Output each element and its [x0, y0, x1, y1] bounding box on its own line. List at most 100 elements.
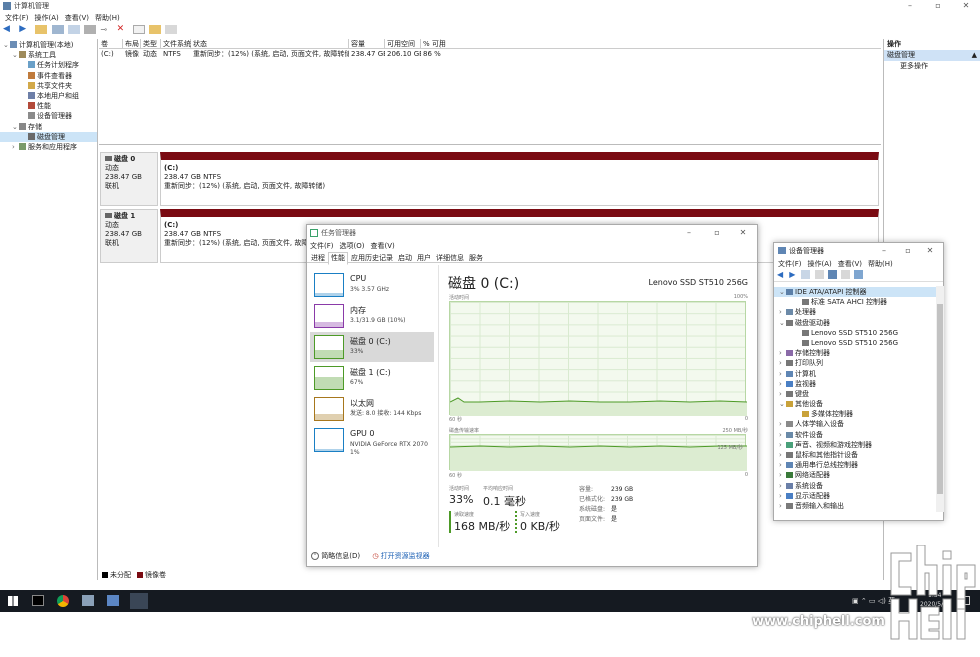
- collapsed-chevron-icon[interactable]: ›: [779, 358, 786, 368]
- perf-card[interactable]: 磁盘 0 (C:) 33%: [310, 332, 434, 362]
- collapsed-chevron-icon[interactable]: ›: [779, 491, 786, 501]
- column-header[interactable]: % 可用: [421, 39, 446, 49]
- tm-tab[interactable]: 详细信息: [434, 253, 466, 264]
- dm-help-icon[interactable]: [827, 270, 837, 279]
- device-tree-item[interactable]: › 计算机: [774, 369, 936, 379]
- fewer-details-icon[interactable]: ⌃: [311, 552, 319, 560]
- expand-icon[interactable]: ⌄: [12, 122, 19, 132]
- tm-close-button[interactable]: ✕: [729, 227, 757, 239]
- device-tree-item[interactable]: Lenovo SSD ST510 256G: [774, 338, 936, 348]
- disk-label[interactable]: 磁盘 1 动态 238.47 GB 联机: [100, 209, 158, 263]
- column-header[interactable]: 布局: [123, 39, 141, 49]
- forward-icon[interactable]: ▶: [19, 25, 31, 34]
- perf-card[interactable]: GPU 0 NVIDIA GeForce RTX 2070 1%: [310, 425, 434, 456]
- dm-forward-icon[interactable]: ▶: [789, 270, 797, 279]
- perf-card[interactable]: 以太网 发送: 8.0 接收: 144 Kbps: [310, 394, 434, 424]
- tm-tab[interactable]: 用户: [415, 253, 433, 264]
- tm-maximize-button[interactable]: ▫: [703, 227, 731, 239]
- device-tree-item[interactable]: 标准 SATA AHCI 控制器: [774, 297, 936, 307]
- expanded-chevron-icon[interactable]: ⌄: [779, 318, 786, 328]
- dm-menu-item[interactable]: 操作(A): [808, 260, 832, 268]
- tm-menu-item[interactable]: 文件(F): [310, 242, 334, 250]
- fewer-details-link[interactable]: 简略信息(D): [321, 552, 360, 560]
- column-header[interactable]: 类型: [141, 39, 161, 49]
- dm-maximize-button[interactable]: ▫: [897, 245, 919, 257]
- device-tree-item[interactable]: › 鼠标和其他指针设备: [774, 450, 936, 460]
- dm-close-button[interactable]: ✕: [919, 245, 941, 257]
- close-button[interactable]: ✕: [952, 0, 980, 12]
- device-tree-item[interactable]: › 软件设备: [774, 430, 936, 440]
- collapsed-chevron-icon[interactable]: ›: [779, 389, 786, 399]
- dm-menu-item[interactable]: 帮助(H): [868, 260, 893, 268]
- device-tree-item[interactable]: › 声音、视频和游戏控制器: [774, 440, 936, 450]
- tm-tab[interactable]: 启动: [396, 253, 414, 264]
- tm-tab[interactable]: 进程: [309, 253, 327, 264]
- dm-scroll-thumb[interactable]: [937, 304, 943, 494]
- dm-monitor-icon[interactable]: [854, 270, 864, 279]
- maximize-button[interactable]: ▫: [924, 0, 952, 12]
- expand-icon[interactable]: ›: [12, 142, 19, 152]
- menu-item[interactable]: 操作(A): [35, 14, 59, 22]
- list-icon[interactable]: [84, 25, 97, 34]
- column-header[interactable]: 文件系统: [161, 39, 191, 49]
- dm-menu-item[interactable]: 文件(F): [778, 260, 802, 268]
- resource-monitor-link[interactable]: 打开资源监视器: [381, 552, 430, 560]
- tree-item[interactable]: ⌄ 系统工具: [0, 50, 97, 60]
- tm-menu-item[interactable]: 选项(O): [340, 242, 365, 250]
- back-icon[interactable]: ◀: [3, 25, 15, 34]
- device-tree-item[interactable]: › 显示适配器: [774, 491, 936, 501]
- connect-icon[interactable]: ⊸: [100, 25, 112, 34]
- collapsed-chevron-icon[interactable]: ›: [779, 481, 786, 491]
- network-app-icon[interactable]: [82, 595, 94, 606]
- perf-card[interactable]: CPU 3% 3.57 GHz: [310, 270, 434, 300]
- column-header[interactable]: 容量: [349, 39, 385, 49]
- start-icon[interactable]: [8, 596, 18, 606]
- tree-item[interactable]: 性能: [0, 101, 97, 111]
- collapsed-chevron-icon[interactable]: ›: [779, 369, 786, 379]
- menu-item[interactable]: 帮助(H): [95, 14, 120, 22]
- computer-mgmt-icon[interactable]: [130, 593, 148, 609]
- collapsed-chevron-icon[interactable]: ›: [779, 379, 786, 389]
- device-tree-item[interactable]: ⌄ IDE ATA/ATAPI 控制器: [774, 287, 936, 298]
- perf-card[interactable]: 内存 3.1/31.9 GB (10%): [310, 301, 434, 331]
- tm-minimize-button[interactable]: –: [675, 227, 703, 239]
- dm-list-icon[interactable]: [814, 270, 824, 279]
- minimize-button[interactable]: –: [896, 0, 924, 12]
- device-tree-item[interactable]: › 存储控制器: [774, 348, 936, 358]
- tree-item[interactable]: 本地用户和组: [0, 91, 97, 101]
- device-tree-item[interactable]: Lenovo SSD ST510 256G: [774, 328, 936, 338]
- collapsed-chevron-icon[interactable]: ›: [779, 470, 786, 480]
- tree-item[interactable]: 设备管理器: [0, 111, 97, 121]
- chrome-icon[interactable]: [57, 595, 69, 607]
- disk-label[interactable]: 磁盘 0 动态 238.47 GB 联机: [100, 152, 158, 206]
- tree-item[interactable]: ⌄ 存储: [0, 122, 97, 132]
- menu-item[interactable]: 查看(V): [65, 14, 89, 22]
- column-header[interactable]: 状态: [191, 39, 349, 49]
- tree-item[interactable]: › 服务和应用程序: [0, 142, 97, 152]
- device-tree-item[interactable]: › 网络适配器: [774, 470, 936, 480]
- collapse-icon[interactable]: ▲: [972, 50, 977, 61]
- collapsed-chevron-icon[interactable]: ›: [779, 419, 786, 429]
- search-icon[interactable]: [149, 25, 162, 34]
- tree-item[interactable]: 磁盘管理: [0, 131, 97, 142]
- folder-icon[interactable]: [35, 25, 48, 34]
- expand-icon[interactable]: ⌄: [12, 50, 19, 60]
- tm-tab[interactable]: 服务: [467, 253, 485, 264]
- tree-item[interactable]: ⌄ 计算机管理(本地): [0, 40, 97, 50]
- device-tree-item[interactable]: ⌄ 磁盘驱动器: [774, 318, 936, 328]
- device-tree-item[interactable]: › 通用串行总线控制器: [774, 460, 936, 470]
- tree-item[interactable]: 共享文件夹: [0, 81, 97, 91]
- menu-item[interactable]: 文件(F): [5, 14, 29, 22]
- device-tree-item[interactable]: › 系统设备: [774, 481, 936, 491]
- more-actions[interactable]: 更多操作: [884, 61, 980, 72]
- tree-item[interactable]: 事件查看器: [0, 71, 97, 81]
- tm-tab[interactable]: 性能: [328, 252, 348, 265]
- device-tree-item[interactable]: › 人体学输入设备: [774, 419, 936, 429]
- column-header[interactable]: 卷: [99, 39, 123, 49]
- dm-view-icon[interactable]: [841, 270, 851, 279]
- device-tree-item[interactable]: › 处理器: [774, 307, 936, 317]
- collapsed-chevron-icon[interactable]: ›: [779, 450, 786, 460]
- dm-properties-icon[interactable]: [801, 270, 811, 279]
- volume-row[interactable]: (C:) 镜像 动态 NTFS 重新同步：(12%) (系统, 启动, 页面文件, 故障…: [99, 49, 881, 59]
- device-tree-item[interactable]: › 键盘: [774, 389, 936, 399]
